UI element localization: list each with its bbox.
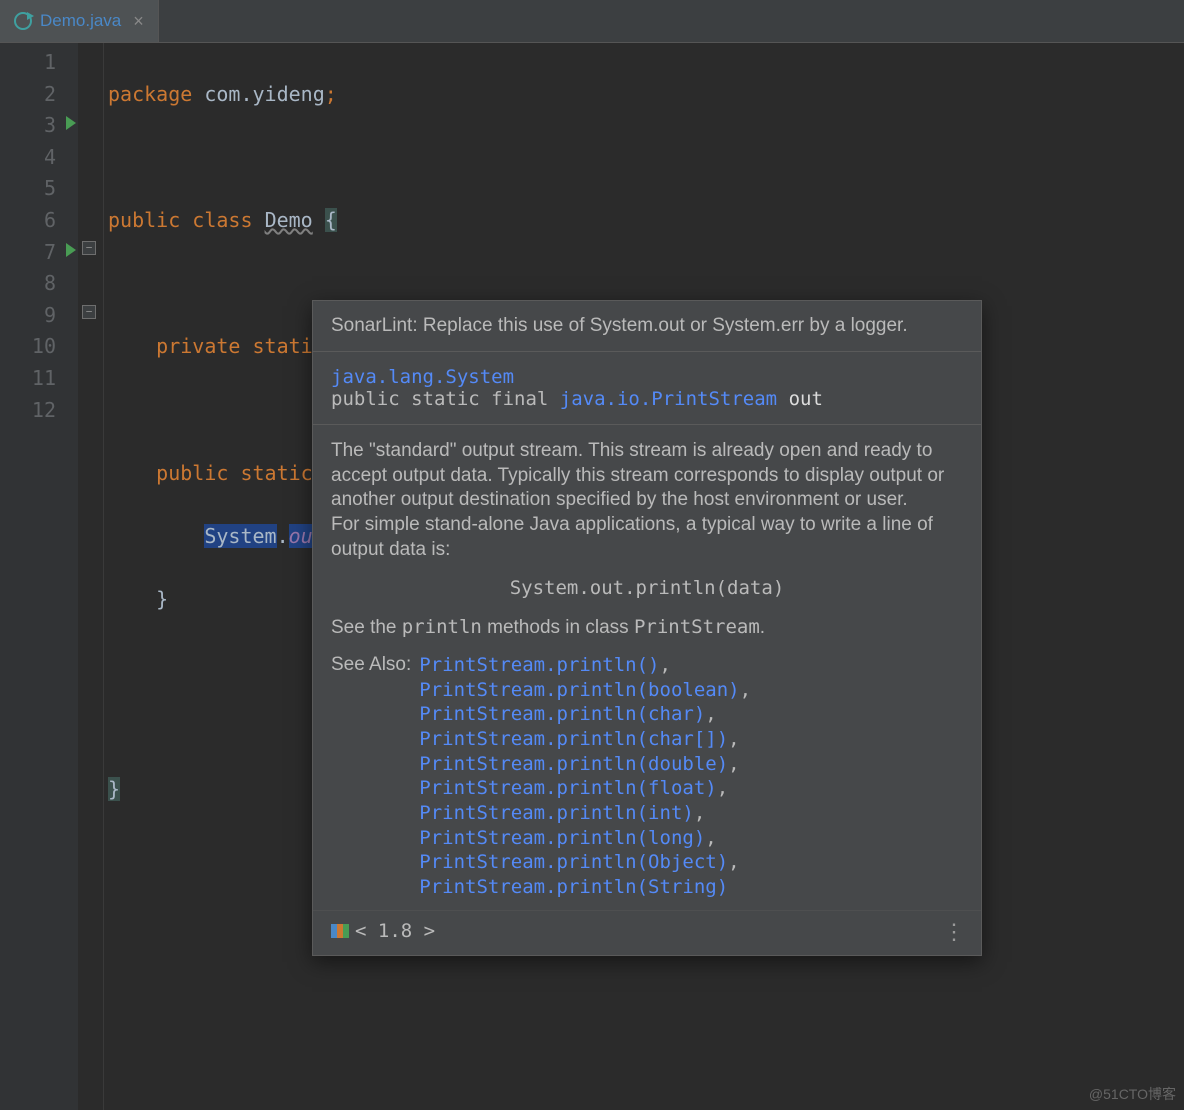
doc-paragraph: For simple stand-alone Java applications… [331,513,963,562]
see-also-link[interactable]: PrintStream.println(String) [419,876,728,898]
owner-class-link[interactable]: java.lang.System [331,366,514,388]
tab-filename: Demo.java [40,11,121,31]
see-also-link[interactable]: PrintStream.println(int) [419,802,694,824]
code-line [108,142,1184,174]
fold-toggle-icon[interactable]: − [82,305,96,319]
see-also-link[interactable]: PrintStream.println(char[]) [419,728,728,750]
line-number: 7 [0,237,56,269]
close-icon[interactable]: × [129,11,148,32]
see-also-link[interactable]: PrintStream.println(Object) [419,851,728,873]
see-also-link[interactable]: PrintStream.println(boolean) [419,679,739,701]
lint-message: SonarLint: Replace this use of System.ou… [313,301,981,352]
quick-doc-popup[interactable]: SonarLint: Replace this use of System.ou… [312,300,982,956]
see-also-link[interactable]: PrintStream.println() [419,654,659,676]
watermark: @51CTO博客 [1089,1084,1176,1104]
doc-code-sample: System.out.println(data) [331,562,963,615]
editor-tab[interactable]: Demo.java × [0,0,159,42]
line-number: 2 [0,79,56,111]
bars-icon [331,924,349,938]
see-also-link[interactable]: PrintStream.println(long) [419,827,705,849]
line-number: 12 [0,395,56,427]
doc-body: The "standard" output stream. This strea… [313,425,981,910]
tab-bar: Demo.java × [0,0,1184,43]
line-number: 9 [0,300,56,332]
see-also-link[interactable]: PrintStream.println(char) [419,703,705,725]
line-number: 8 [0,268,56,300]
doc-paragraph: The "standard" output stream. This strea… [331,439,963,513]
see-also-link[interactable]: PrintStream.println(double) [419,753,728,775]
fold-gutter[interactable]: − − [78,43,104,1110]
see-also-label: See Also: [331,653,419,900]
doc-signature: java.lang.System public static final jav… [313,352,981,425]
code-line: public class Demo { [108,205,1184,237]
see-also-list: PrintStream.println(), PrintStream.print… [419,653,751,900]
line-number: 4 [0,142,56,174]
fold-toggle-icon[interactable]: − [82,241,96,255]
line-number: 1 [0,47,56,79]
line-number: 6 [0,205,56,237]
line-number: 5 [0,173,56,205]
type-link[interactable]: java.io.PrintStream [560,388,777,410]
doc-footer: < 1.8 > ⋮ [313,910,981,955]
more-icon[interactable]: ⋮ [943,919,963,945]
code-line [108,268,1184,300]
line-number: 10 [0,331,56,363]
jdk-version-selector[interactable]: < 1.8 > [331,920,435,943]
java-class-icon [14,12,32,30]
line-number: 3 [0,110,56,142]
code-line: package com.yideng; [108,79,1184,111]
run-gutter-icon[interactable] [66,243,76,257]
doc-paragraph: See the println methods in class PrintSt… [331,615,963,641]
line-number: 11 [0,363,56,395]
line-number-gutter[interactable]: 1 2 3 4 5 6 7 8 9 10 11 12 [0,43,78,1110]
see-also-link[interactable]: PrintStream.println(float) [419,777,716,799]
run-gutter-icon[interactable] [66,116,76,130]
